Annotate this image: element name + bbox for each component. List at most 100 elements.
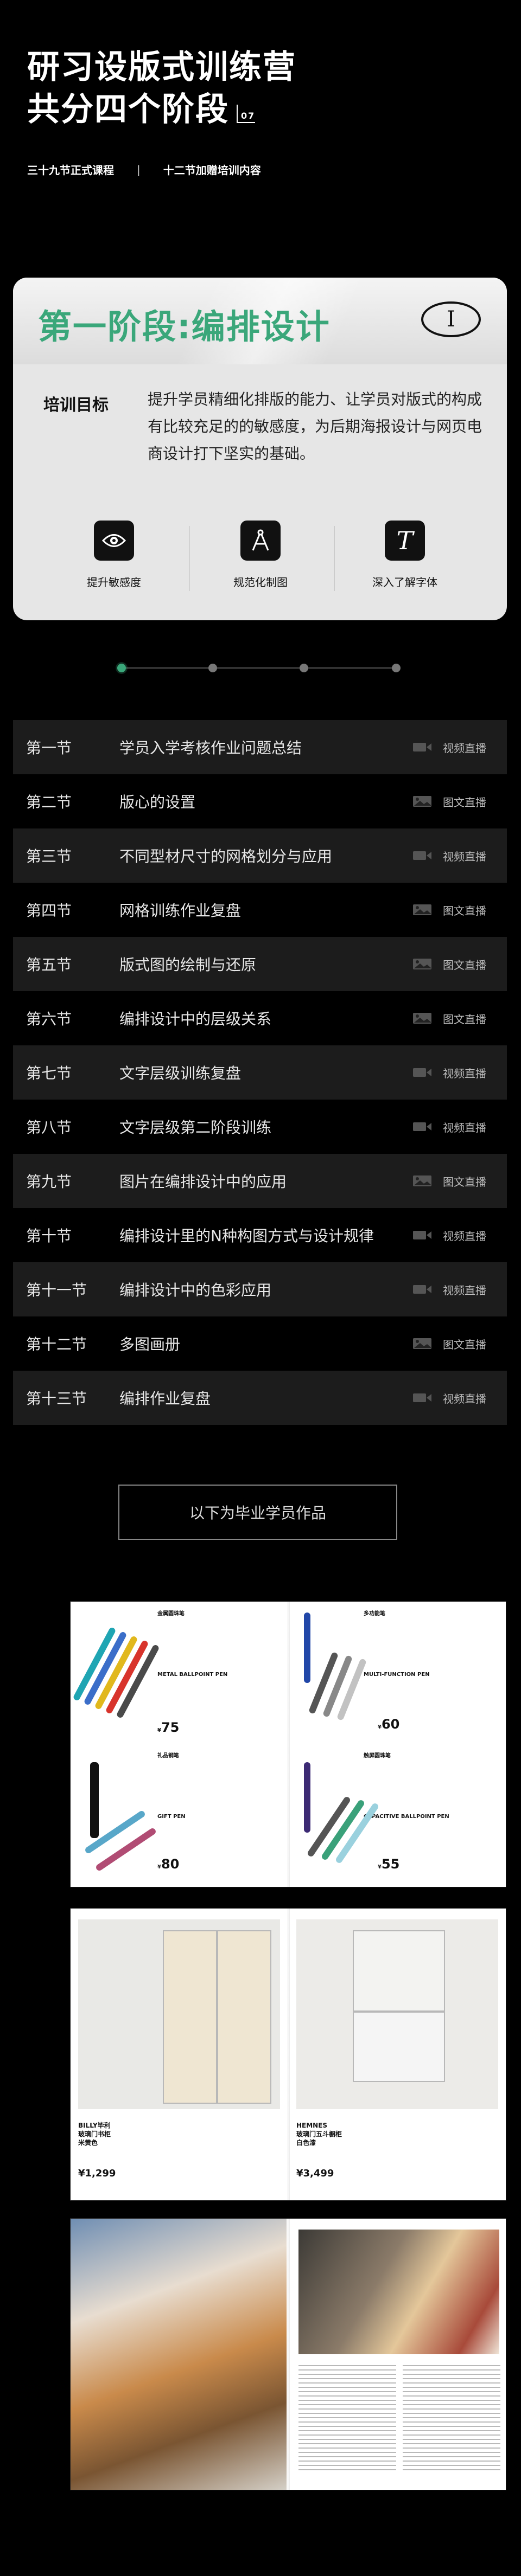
currency: ¥ (157, 1727, 161, 1733)
price: ¥3,499 (296, 2168, 334, 2179)
lesson-type: 图文直播 (412, 1011, 486, 1026)
lesson-row[interactable]: 第一节 学员入学考核作业问题总结 视频直播 (13, 720, 507, 774)
painting-image (71, 2219, 287, 2490)
lesson-title: 文字层级训练复盘 (119, 1064, 242, 1082)
price-value: 80 (161, 1856, 180, 1872)
lesson-type-label: 图文直播 (443, 1338, 486, 1351)
progress-dot[interactable] (208, 664, 217, 672)
price: ¥1,299 (78, 2168, 116, 2179)
price: ¥60 (378, 1717, 399, 1732)
image-icon (412, 1011, 434, 1025)
section-title: 多功能笔 (364, 1611, 385, 1617)
lesson-title: 多图画册 (119, 1335, 181, 1353)
lesson-row[interactable]: 第九节 图片在编排设计中的应用 图文直播 (13, 1154, 507, 1208)
lesson-row[interactable]: 第二节 版心的设置 图文直播 (13, 774, 507, 828)
lesson-type: 视频直播 (412, 740, 486, 755)
stage-card-header: 第一阶段:编排设计 I (13, 278, 507, 364)
video-icon (412, 1228, 434, 1242)
stage-number: 07 (237, 105, 256, 123)
divider (189, 526, 190, 591)
currency: ¥ (378, 1724, 382, 1730)
section-subtitle: MULTI-FUNCTION PEN (364, 1672, 430, 1678)
lesson-row[interactable]: 第五节 版式图的绘制与还原 图文直播 (13, 937, 507, 991)
pen-image (308, 1652, 339, 1714)
lesson-type-label: 图文直播 (443, 1012, 486, 1026)
currency: ¥ (378, 1864, 382, 1870)
font-glyph: T (396, 526, 414, 555)
eye-icon (94, 521, 134, 561)
lesson-title: 学员入学考核作业问题总结 (119, 739, 302, 757)
section-title: 触屏圆珠笔 (364, 1753, 391, 1759)
progress-dot[interactable] (392, 664, 401, 672)
lesson-row[interactable]: 第十一节 编排设计中的色彩应用 视频直播 (13, 1262, 507, 1316)
video-icon (412, 849, 434, 863)
lesson-row[interactable]: 第十节 编排设计里的N种构图方式与设计规律 视频直播 (13, 1208, 507, 1262)
lesson-type: 图文直播 (412, 1336, 486, 1352)
feature-standard: 规范化制图 (201, 521, 320, 589)
page-title: 研习设版式训练营 共分四个阶段 07 (27, 46, 296, 131)
lesson-type-label: 图文直播 (443, 958, 486, 972)
lesson-row[interactable]: 第八节 文字层级第二阶段训练 视频直播 (13, 1100, 507, 1154)
lesson-title: 编排作业复盘 (119, 1390, 211, 1408)
lesson-type: 图文直播 (412, 956, 486, 972)
lesson-number: 第八节 (26, 1119, 72, 1136)
lesson-type-label: 视频直播 (443, 741, 486, 755)
video-icon (412, 1120, 434, 1134)
article-text (298, 2365, 396, 2474)
video-icon (412, 1391, 434, 1405)
lesson-row[interactable]: 第十三节 编排作业复盘 视频直播 (13, 1371, 507, 1425)
lesson-number: 第五节 (26, 956, 72, 974)
work-furniture-catalog: BILLY毕利 玻璃门书柜 米黄色 ¥1,299 HEMNES 玻璃门五斗橱柜 … (71, 1909, 506, 2200)
currency: ¥ (157, 1864, 161, 1870)
lesson-row[interactable]: 第十二节 多图画册 图文直播 (13, 1316, 507, 1371)
lesson-list: 第一节 学员入学考核作业问题总结 视频直播 第二节 版心的设置 图文直播 第三节 不同型材尺寸… (13, 720, 507, 1425)
price-value: 55 (381, 1856, 400, 1872)
image-icon (412, 1337, 434, 1351)
font-icon: T (385, 521, 425, 561)
lesson-title: 版式图的绘制与还原 (119, 956, 257, 974)
course-summary: 三十九节正式课程 | 十二节加赠培训内容 (27, 162, 261, 177)
image-icon (412, 1174, 434, 1188)
lesson-number: 第三节 (26, 847, 72, 865)
lesson-type-label: 视频直播 (443, 1392, 486, 1405)
lesson-title: 图片在编排设计中的应用 (119, 1173, 287, 1191)
image-icon (412, 903, 434, 917)
lesson-number: 第一节 (26, 739, 72, 757)
title-line-2-text: 共分四个阶段 (27, 91, 229, 129)
image-icon (412, 957, 434, 971)
progress-dot[interactable] (117, 664, 126, 672)
video-icon (412, 1282, 434, 1296)
graduate-works-button[interactable]: 以下为毕业学员作品 (118, 1485, 397, 1540)
price: ¥55 (378, 1856, 399, 1872)
lesson-title: 编排设计里的N种构图方式与设计规律 (119, 1227, 374, 1245)
progress-dot[interactable] (300, 664, 308, 672)
section-subtitle: GIFT PEN (157, 1814, 186, 1820)
bonus-courses: 十二节加赠培训内容 (163, 164, 261, 177)
lesson-row[interactable]: 第六节 编排设计中的层级关系 图文直播 (13, 991, 507, 1045)
divider (334, 526, 335, 591)
lesson-title: 编排设计中的层级关系 (119, 1010, 272, 1028)
section-title: 金属圆珠笔 (157, 1611, 185, 1617)
pen-image (94, 1827, 157, 1872)
product-name: HEMNES 玻璃门五斗橱柜 白色漆 (296, 2122, 342, 2147)
hero: 研习设版式训练营 共分四个阶段 07 三十九节正式课程 | 十二节加赠培训内容 (0, 0, 521, 206)
lesson-number: 第十节 (26, 1227, 72, 1245)
bookcase-image (163, 1930, 217, 2104)
cabinet-image (353, 1930, 445, 2012)
section-subtitle: METAL BALLPOINT PEN (157, 1672, 228, 1678)
lesson-row[interactable]: 第三节 不同型材尺寸的网格划分与应用 视频直播 (13, 828, 507, 883)
lesson-type: 视频直播 (412, 1065, 486, 1081)
lesson-type-label: 视频直播 (443, 1283, 486, 1297)
title-line-2: 共分四个阶段 07 (27, 88, 296, 131)
stage-roman-badge: I (421, 301, 481, 337)
lesson-number: 第十二节 (26, 1335, 87, 1353)
goal-label: 培训目标 (43, 396, 109, 415)
lesson-row[interactable]: 第七节 文字层级训练复盘 视频直播 (13, 1045, 507, 1100)
stage-title: 第一阶段:编排设计 (38, 307, 331, 346)
lesson-row[interactable]: 第四节 网格训练作业复盘 图文直播 (13, 883, 507, 937)
lesson-number: 第二节 (26, 793, 72, 811)
goal-text: 提升学员精细化排版的能力、让学员对版式的构成有比较充足的的敏感度，为后期海报设计… (148, 390, 482, 462)
feature-sensitivity: 提升敏感度 (54, 521, 174, 589)
lesson-number: 第六节 (26, 1010, 72, 1028)
feature-label: 深入了解字体 (372, 576, 437, 589)
